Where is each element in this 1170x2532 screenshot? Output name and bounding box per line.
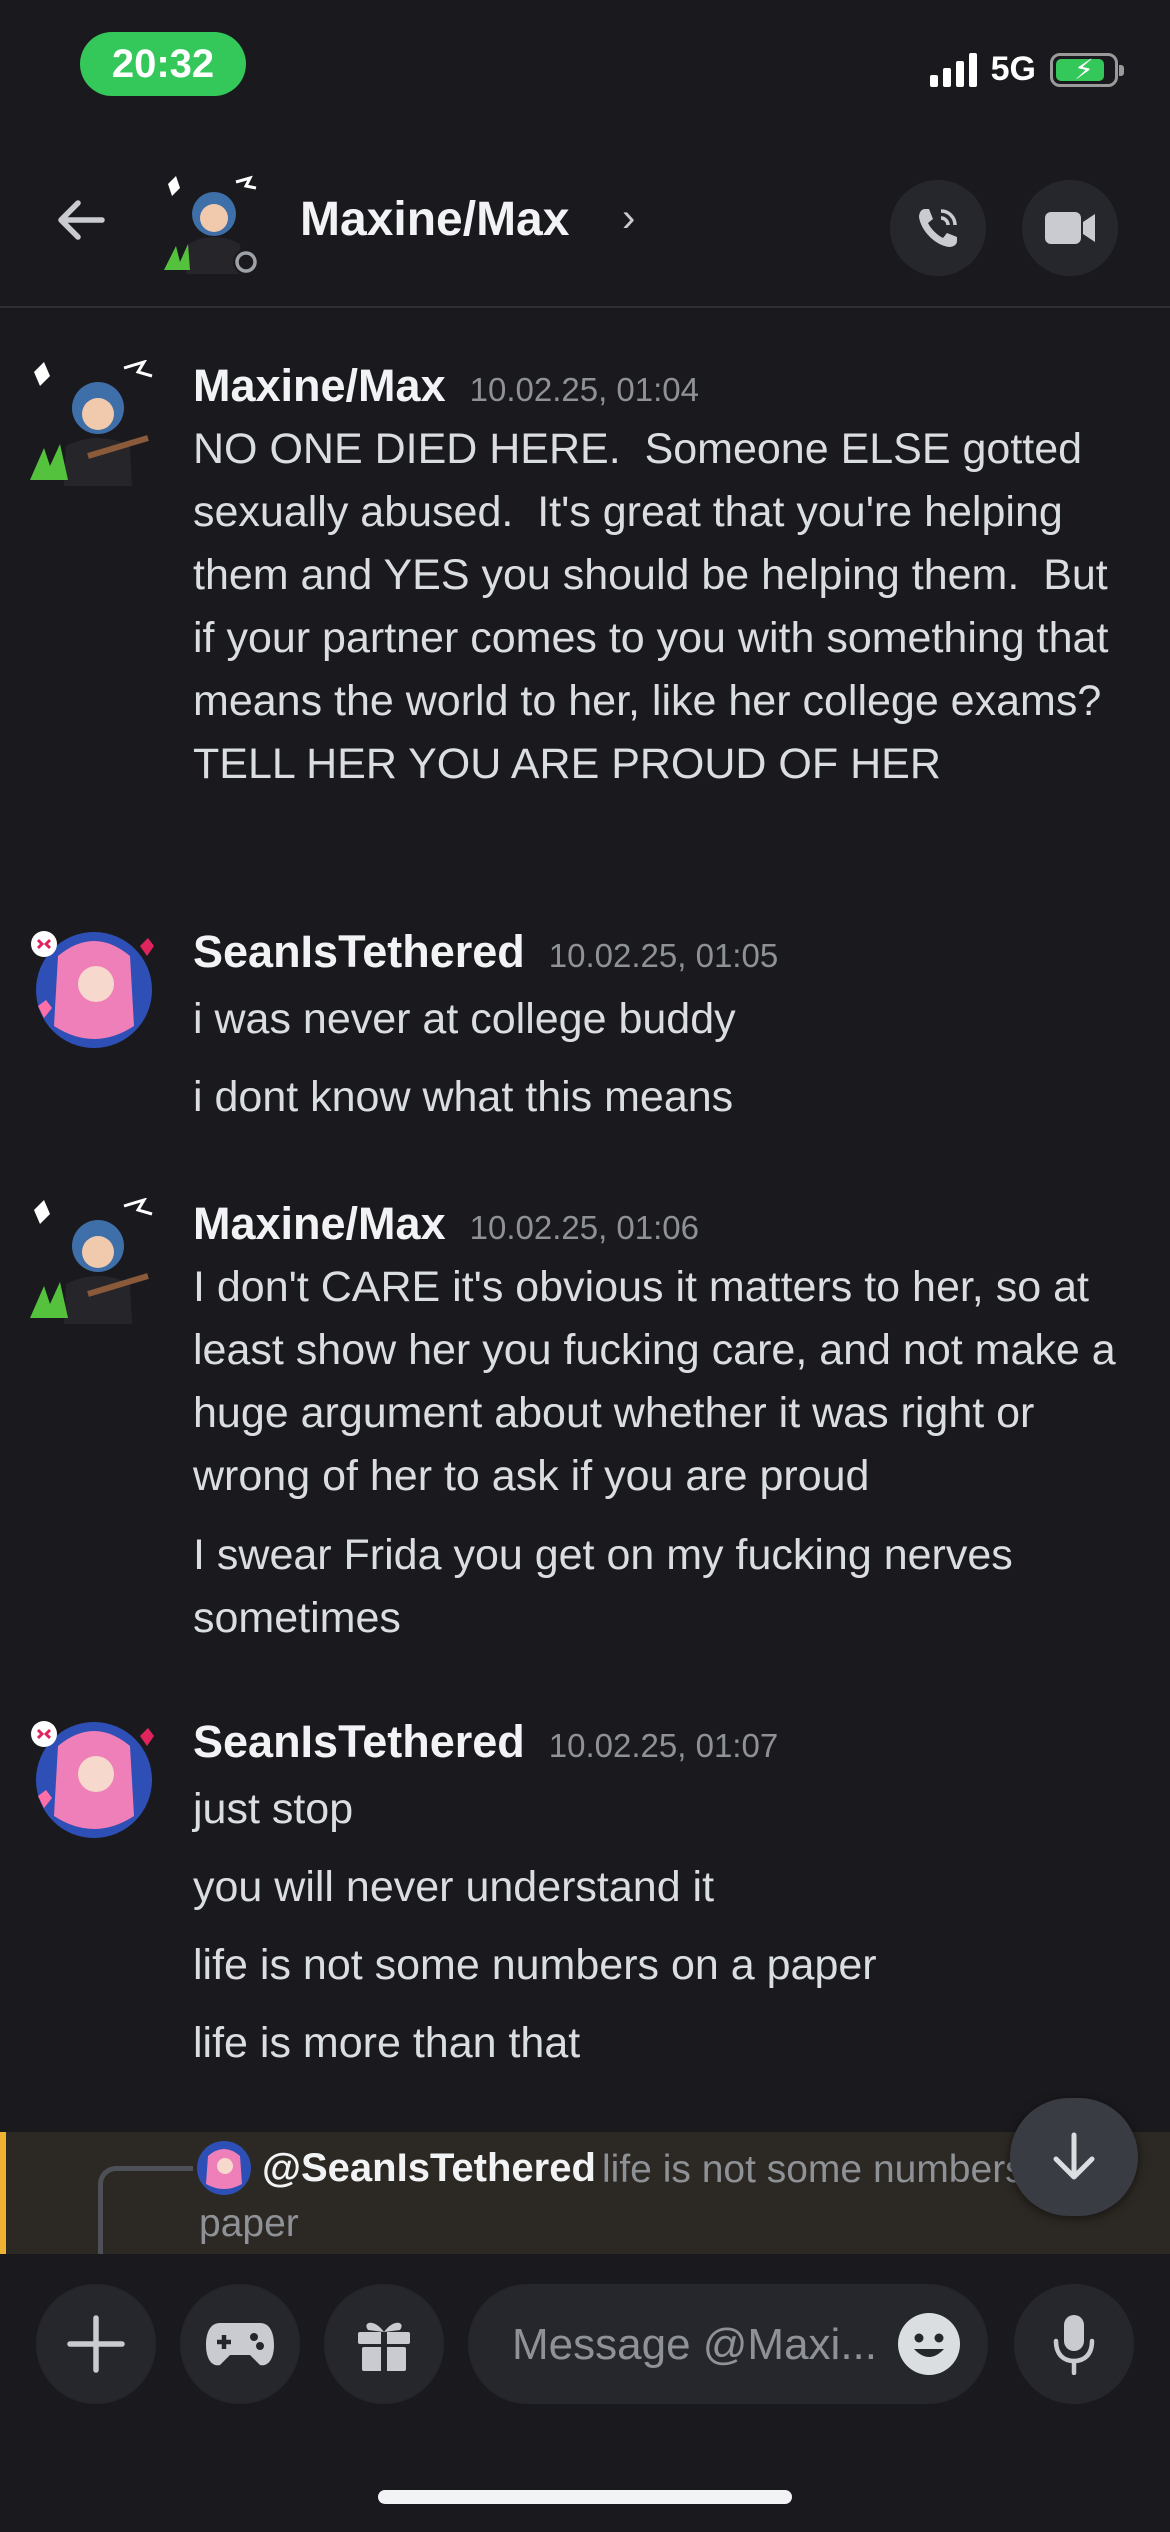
message-header: SeanIsTethered 10.02.25, 01:05 — [193, 926, 778, 978]
status-bar: 20:32 5G ⚡ — [0, 0, 1170, 130]
author-name[interactable]: SeanIsTethered — [193, 1716, 525, 1768]
status-time: 20:32 — [80, 32, 246, 96]
reply-preview[interactable]: @SeanIsTethered life is not some numbers… — [0, 2132, 1170, 2261]
reply-connector — [98, 2166, 193, 2261]
author-name[interactable]: Maxine/Max — [193, 1198, 446, 1250]
timestamp: 10.02.25, 01:06 — [469, 1209, 699, 1246]
message-text: you will never understand it — [193, 1863, 715, 1911]
chat-header: Maxine/Max › — [0, 130, 1170, 308]
network-label: 5G — [990, 50, 1036, 88]
message-text: I swear Frida you get on my fucking nerv… — [193, 1531, 1025, 1642]
author-name[interactable]: Maxine/Max — [193, 360, 446, 412]
voice-message-button[interactable] — [1014, 2284, 1134, 2404]
arrow-down-icon — [1053, 2132, 1095, 2180]
signal-icon — [929, 52, 977, 87]
message-header: Maxine/Max 10.02.25, 01:06 — [193, 1198, 699, 1250]
chevron-right-icon[interactable]: › — [622, 196, 635, 241]
video-camera-icon — [1045, 212, 1095, 244]
reply-snippet: life is not some numbers — [602, 2148, 1025, 2191]
avatar[interactable] — [28, 1716, 158, 1846]
avatar — [197, 2141, 251, 2195]
message-input[interactable] — [510, 2284, 894, 2406]
timestamp: 10.02.25, 01:07 — [548, 1727, 779, 1764]
avatar[interactable] — [158, 174, 266, 282]
message-header: Maxine/Max 10.02.25, 01:04 — [193, 360, 699, 412]
add-attachment-button[interactable] — [36, 2284, 156, 2404]
message-text: i dont know what this means — [193, 1073, 734, 1121]
emoji-icon[interactable] — [896, 2311, 962, 2377]
page-title[interactable]: Maxine/Max — [300, 192, 569, 247]
gift-button[interactable] — [324, 2284, 444, 2404]
battery-icon: ⚡ — [1050, 52, 1124, 87]
home-indicator[interactable] — [378, 2490, 792, 2504]
avatar[interactable] — [28, 926, 158, 1056]
jump-to-bottom-button[interactable] — [1010, 2098, 1138, 2216]
avatar[interactable] — [28, 1198, 158, 1328]
timestamp: 10.02.25, 01:04 — [469, 371, 699, 408]
video-call-button[interactable] — [1022, 180, 1118, 276]
gift-icon — [358, 2322, 410, 2371]
timestamp: 10.02.25, 01:05 — [548, 937, 779, 974]
phone-call-icon — [919, 209, 957, 247]
message-text: just stop — [193, 1785, 354, 1833]
reply-username: @SeanIsTethered — [262, 2146, 596, 2190]
message-text: NO ONE DIED HERE. Someone ELSE gotted se… — [193, 425, 1125, 788]
message-header: SeanIsTethered 10.02.25, 01:07 — [193, 1716, 778, 1768]
voice-call-button[interactable] — [890, 180, 986, 276]
activities-button[interactable] — [180, 2284, 300, 2404]
message-text: life is not some numbers on a paper — [193, 1941, 877, 1989]
message-input-container[interactable] — [468, 2284, 988, 2406]
message-text: i was never at college buddy — [193, 995, 736, 1043]
status-icons: 5G ⚡ — [929, 50, 1124, 89]
message-text: I don't CARE it's obvious it matters to … — [193, 1263, 1128, 1500]
avatar[interactable] — [28, 360, 158, 490]
reply-snippet: paper — [199, 2202, 299, 2245]
plus-icon — [67, 2315, 125, 2373]
author-name[interactable]: SeanIsTethered — [193, 926, 525, 978]
microphone-icon — [1053, 2315, 1095, 2375]
back-arrow-icon[interactable] — [52, 190, 112, 250]
message-text: life is more than that — [193, 2019, 581, 2067]
gamepad-icon — [206, 2323, 274, 2366]
